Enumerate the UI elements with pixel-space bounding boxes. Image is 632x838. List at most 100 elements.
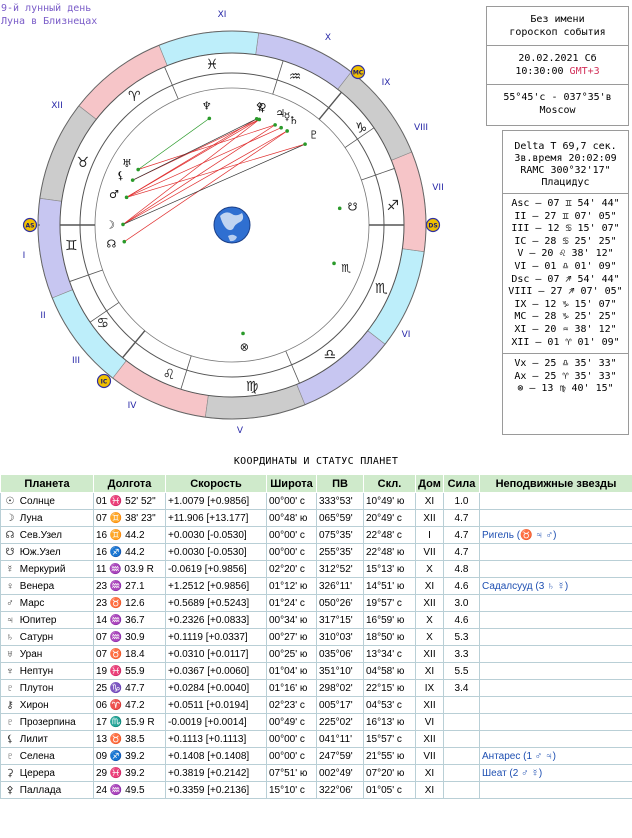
planet-cell: ♅ Уран [0, 645, 94, 663]
cell-speed: +0.2326 [+0.0833] [165, 611, 267, 629]
cell-stars[interactable] [479, 560, 632, 578]
cell-speed: -0.0019 [+0.0014] [165, 713, 267, 731]
cell-power [443, 730, 480, 748]
table-row: ♆ Нептун 19 ♓ 55.9 +0.0367 [+0.0060] 01°04'… [0, 662, 632, 680]
cell-stars[interactable] [479, 611, 632, 629]
house-system: Плацидус [541, 177, 590, 188]
cell-speed: +0.1113 [+0.1113] [165, 730, 267, 748]
planet-name: Марс [19, 597, 45, 609]
cell-stars[interactable] [479, 509, 632, 527]
house-numeral: VIII [414, 123, 428, 133]
house-numeral: X [325, 33, 331, 43]
cell-lat: 00°48' ю [266, 509, 317, 527]
cell-lon: 07 ♒ 30.9 [93, 628, 166, 646]
planet-cell: ♇ Плутон [0, 679, 94, 697]
planet-glyph-icon: ☊ [5, 529, 15, 541]
planet-glyph-icon: ♆ [202, 100, 212, 113]
cell-stars[interactable] [479, 696, 632, 714]
cell-lon: 25 ♑ 47.7 [93, 679, 166, 697]
table-row: ☽ Луна 07 ♊ 38' 23" +11.906 [+13.177] 00°48… [0, 509, 632, 527]
zodiac-sign-icon: ♏ [375, 281, 388, 297]
house-numeral: V [237, 426, 244, 436]
house-numeral: IV [128, 401, 138, 411]
cell-speed: +0.0030 [-0.0530] [165, 526, 267, 544]
event-name: Без имени [530, 14, 585, 25]
cell-power: 5.5 [443, 662, 480, 680]
planet-glyph-icon: ⚳ [6, 767, 14, 779]
cell-lon: 16 ♊ 44.2 [93, 526, 166, 544]
cell-stars[interactable] [479, 781, 632, 799]
cell-lat: 15°10' с [266, 781, 317, 799]
zodiac-sign-icon: ♒ [289, 69, 302, 85]
planet-glyph-icon: ♇ [6, 682, 14, 694]
cell-lat: 00°27' ю [266, 628, 317, 646]
planet-glyph-icon: ⚸ [6, 733, 14, 745]
cell-house: XII [415, 645, 444, 663]
table-row: ☉ Солнце 01 ♓ 52' 52" +1.0079 [+0.9856] 00°… [0, 492, 632, 510]
cell-stars[interactable] [479, 713, 632, 731]
table-row: ☋ Юж.Узел 16 ♐ 44.2 +0.0030 [-0.0530] 00°00… [0, 543, 632, 561]
cell-lon: 11 ♒ 03.9 R [93, 560, 166, 578]
cell-stars[interactable] [479, 492, 632, 510]
cell-lat: 01°24' с [266, 594, 317, 612]
planet-glyph-icon: ⊗ [240, 340, 249, 353]
planet-name: Меркурий [19, 563, 66, 575]
cell-lat: 02°23' с [266, 696, 317, 714]
planet-cell: ⚳ Церера [0, 764, 94, 782]
cell-ra: 065°59' [316, 509, 364, 527]
cell-power: 5.3 [443, 628, 480, 646]
cell-stars[interactable] [479, 628, 632, 646]
planet-glyph-icon: ♇ [6, 716, 14, 728]
planet-glyph-icon: ☉ [5, 495, 15, 507]
earth-globe-icon [213, 206, 251, 244]
cell-lon: 23 ♉ 12.6 [93, 594, 166, 612]
event-coordinates: 55°45'c - 037°35'в [503, 92, 612, 103]
cell-power: 3.0 [443, 594, 480, 612]
cell-stars[interactable]: Антарес (1 ♂ ♃) [479, 747, 632, 765]
cell-stars[interactable] [479, 679, 632, 697]
cell-house: VII [415, 543, 444, 561]
cell-speed: +0.0511 [+0.0194] [165, 696, 267, 714]
cusp-line: IC – 28 ♋ 25' 25" [514, 235, 617, 247]
cusp-line: VIII – 27 ♐ 07' 05" [508, 286, 623, 298]
cell-stars[interactable] [479, 645, 632, 663]
cell-decl: 22°48' ю [363, 543, 416, 561]
planet-glyph-icon: ☊ [107, 238, 117, 251]
cell-stars[interactable]: Шеат (2 ♂ ☿) [479, 764, 632, 782]
planet-glyph-icon: ♏ [341, 262, 351, 275]
ramc: RAMC 300°32'17" [520, 165, 611, 176]
planet-cell: ⚸ Лилит [0, 730, 94, 748]
planet-glyph-icon: ♅ [6, 648, 14, 660]
zodiac-sign-icon: ♎ [323, 347, 336, 363]
cell-house: XII [415, 509, 444, 527]
cell-stars[interactable]: Садалсууд (3 ♄ ☿) [479, 577, 632, 595]
planet-glyph-icon: ⚴ [256, 100, 264, 113]
zodiac-sign-icon: ♋ [97, 316, 110, 332]
cell-stars[interactable]: Ригель (♉ ♃ ♂) [479, 526, 632, 544]
cell-decl: 13°34' с [363, 645, 416, 663]
planet-glyph-icon: ♂ [109, 188, 119, 201]
planet-status-table: Планета Долгота Скорость Широта ПВ Скл. Дом Сил… [0, 474, 632, 799]
table-row: ☿ Меркурий 11 ♒ 03.9 R -0.0619 [+0.9856] 02… [0, 560, 632, 578]
column-header: Неподвижные звезды [479, 474, 632, 493]
cell-decl: 10°49' ю [363, 492, 416, 510]
event-time: 10:30:00 [515, 66, 564, 77]
planet-cell: ☊ Сев.Узел [0, 526, 94, 544]
cell-stars[interactable] [479, 594, 632, 612]
cell-power [443, 747, 480, 765]
cell-stars[interactable] [479, 543, 632, 561]
house-numeral: IX [382, 78, 391, 88]
cell-ra: 298°02' [316, 679, 364, 697]
event-date: 20.02.2021 Сб [518, 53, 597, 64]
cell-decl: 15°13' ю [363, 560, 416, 578]
cell-ra: 050°26' [316, 594, 364, 612]
planet-cell: ♇ Селена [0, 747, 94, 765]
cell-power: 3.4 [443, 679, 480, 697]
planet-name: Хирон [19, 699, 49, 711]
cell-house: I [415, 526, 444, 544]
cell-stars[interactable] [479, 730, 632, 748]
cell-stars[interactable] [479, 662, 632, 680]
planet-glyph-icon: ♄ [6, 631, 14, 643]
cell-house: XI [415, 662, 444, 680]
planet-name: Солнце [19, 495, 55, 507]
